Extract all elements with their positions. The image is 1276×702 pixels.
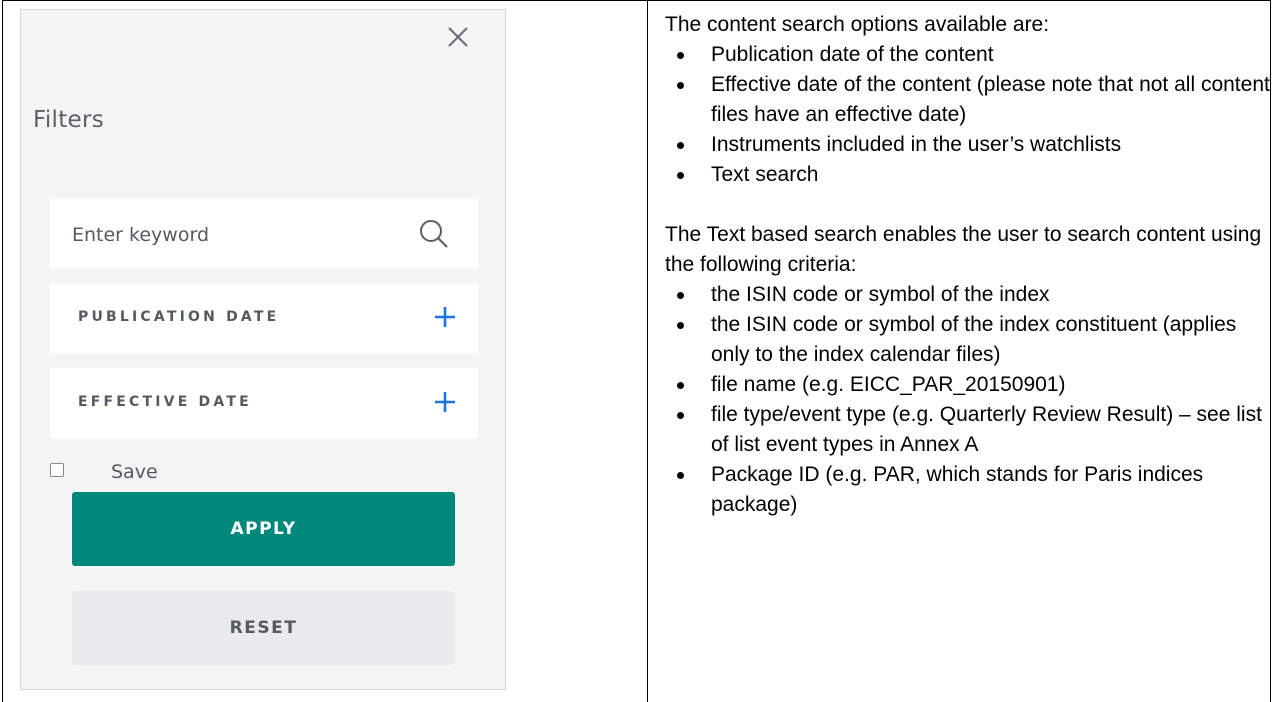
effective-date-filter[interactable]: EFFECTIVE DATE	[50, 368, 478, 439]
apply-button[interactable]: APPLY	[72, 492, 455, 566]
search-input[interactable]	[70, 218, 394, 252]
search-options-list: Publication date of the content Effectiv…	[665, 40, 1270, 190]
list-item: Package ID (e.g. PAR, which stands for P…	[665, 460, 1270, 520]
close-icon[interactable]	[445, 24, 471, 50]
list-item: Text search	[665, 160, 1270, 190]
list-item: file name (e.g. EICC_PAR_20150901)	[665, 370, 1270, 400]
save-label: Save	[111, 461, 158, 483]
list-item: the ISIN code or symbol of the index con…	[665, 310, 1270, 370]
text-search-intro: The Text based search enables the user t…	[665, 223, 1262, 276]
plus-icon[interactable]	[434, 306, 456, 328]
description-column: The content search options available are…	[665, 10, 1270, 520]
list-item: file type/event type (e.g. Quarterly Rev…	[665, 400, 1270, 460]
save-checkbox[interactable]	[50, 463, 64, 477]
list-item: Effective date of the content (please no…	[665, 70, 1270, 130]
table-border-top	[2, 0, 1271, 1]
table-border-right	[1270, 0, 1271, 702]
publication-date-label: PUBLICATION DATE	[78, 309, 280, 325]
intro-text: The content search options available are…	[665, 13, 1050, 36]
reset-button[interactable]: RESET	[72, 591, 455, 665]
publication-date-filter[interactable]: PUBLICATION DATE	[50, 283, 478, 354]
search-icon[interactable]	[418, 218, 450, 250]
filters-title: Filters	[33, 107, 105, 133]
criteria-list: the ISIN code or symbol of the index the…	[665, 280, 1270, 520]
filter-panel: Filters PUBLICATION DATE EFFECTIVE DATE …	[20, 9, 506, 690]
search-box	[50, 198, 478, 269]
plus-icon[interactable]	[434, 391, 456, 413]
list-item: Instruments included in the user’s watch…	[665, 130, 1270, 160]
list-item: Publication date of the content	[665, 40, 1270, 70]
table-border-left	[2, 0, 3, 702]
list-item: the ISIN code or symbol of the index	[665, 280, 1270, 310]
effective-date-label: EFFECTIVE DATE	[78, 394, 252, 410]
table-border-middle	[647, 0, 648, 702]
